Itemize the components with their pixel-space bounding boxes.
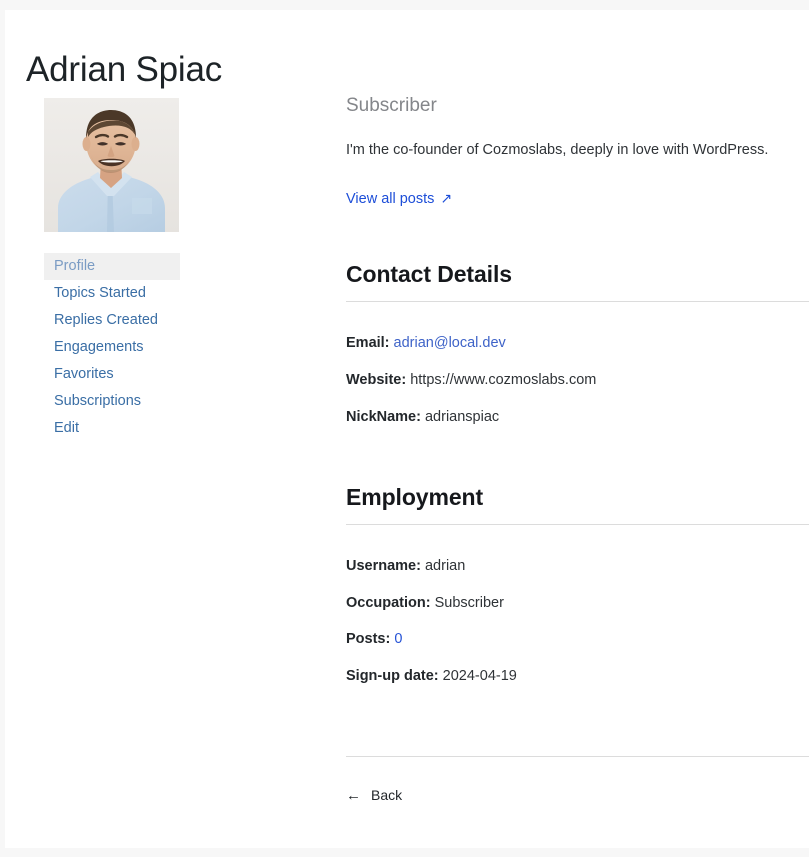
username-value: adrian	[424, 558, 466, 574]
employment-divider	[346, 524, 809, 525]
website-value: https://www.cozmoslabs.com	[410, 372, 597, 388]
email-label: Email:	[346, 335, 390, 351]
website-label: Website:	[346, 372, 407, 388]
posts-label: Posts:	[346, 631, 391, 647]
detail-row-email: Email: adrian@local.dev	[346, 335, 506, 351]
occupation-value: Subscriber	[434, 595, 504, 611]
back-button-label: Back	[371, 787, 403, 803]
bio-text: I'm the co-founder of Cozmoslabs, deeply…	[346, 142, 769, 158]
detail-row-website: Website: https://www.cozmoslabs.com	[346, 372, 596, 388]
sidebar-item-subscriptions[interactable]: Subscriptions	[44, 388, 180, 415]
page-frame: Adrian Spiac Profile Topics Started Repl…	[0, 0, 809, 857]
role-label: Subscriber	[346, 95, 437, 116]
external-link-icon: ↗	[440, 190, 453, 206]
sidebar-item-replies-created[interactable]: Replies Created	[44, 307, 180, 334]
contact-details-heading: Contact Details	[346, 261, 512, 287]
sidebar-item-favorites[interactable]: Favorites	[44, 361, 180, 388]
detail-row-nickname: NickName: adrianspiac	[346, 409, 499, 425]
avatar	[44, 98, 179, 232]
username-label: Username:	[346, 558, 421, 574]
sidebar-item-edit[interactable]: Edit	[44, 415, 180, 442]
signup-date-value: 2024-04-19	[442, 668, 517, 684]
view-all-posts-label: View all posts	[346, 191, 435, 207]
nickname-label: NickName:	[346, 409, 421, 425]
employment-heading: Employment	[346, 484, 484, 510]
detail-row-signup-date: Sign-up date: 2024-04-19	[346, 668, 517, 684]
avatar-photo	[44, 98, 179, 232]
occupation-label: Occupation:	[346, 595, 431, 611]
signup-date-label: Sign-up date:	[346, 668, 439, 684]
page-canvas: Adrian Spiac Profile Topics Started Repl…	[5, 10, 809, 848]
nickname-value: adrianspiac	[424, 409, 500, 425]
sidebar-item-topics-started[interactable]: Topics Started	[44, 280, 180, 307]
view-all-posts-link[interactable]: View all posts ↗	[346, 190, 452, 207]
arrow-left-icon: ←	[346, 787, 361, 804]
detail-row-posts: Posts: 0	[346, 631, 402, 647]
back-button[interactable]: ← Back	[346, 787, 402, 804]
page-title: Adrian Spiac	[26, 50, 223, 89]
email-value[interactable]: adrian@local.dev	[394, 335, 506, 351]
detail-row-username: Username: adrian	[346, 558, 465, 574]
contact-details-divider	[346, 301, 809, 302]
footer-divider	[346, 756, 809, 757]
posts-value[interactable]: 0	[394, 631, 402, 647]
detail-row-occupation: Occupation: Subscriber	[346, 595, 504, 611]
sidebar-item-profile[interactable]: Profile	[44, 253, 180, 280]
sidebar-item-engagements[interactable]: Engagements	[44, 334, 180, 361]
profile-nav[interactable]: Profile Topics Started Replies Created E…	[44, 253, 180, 442]
